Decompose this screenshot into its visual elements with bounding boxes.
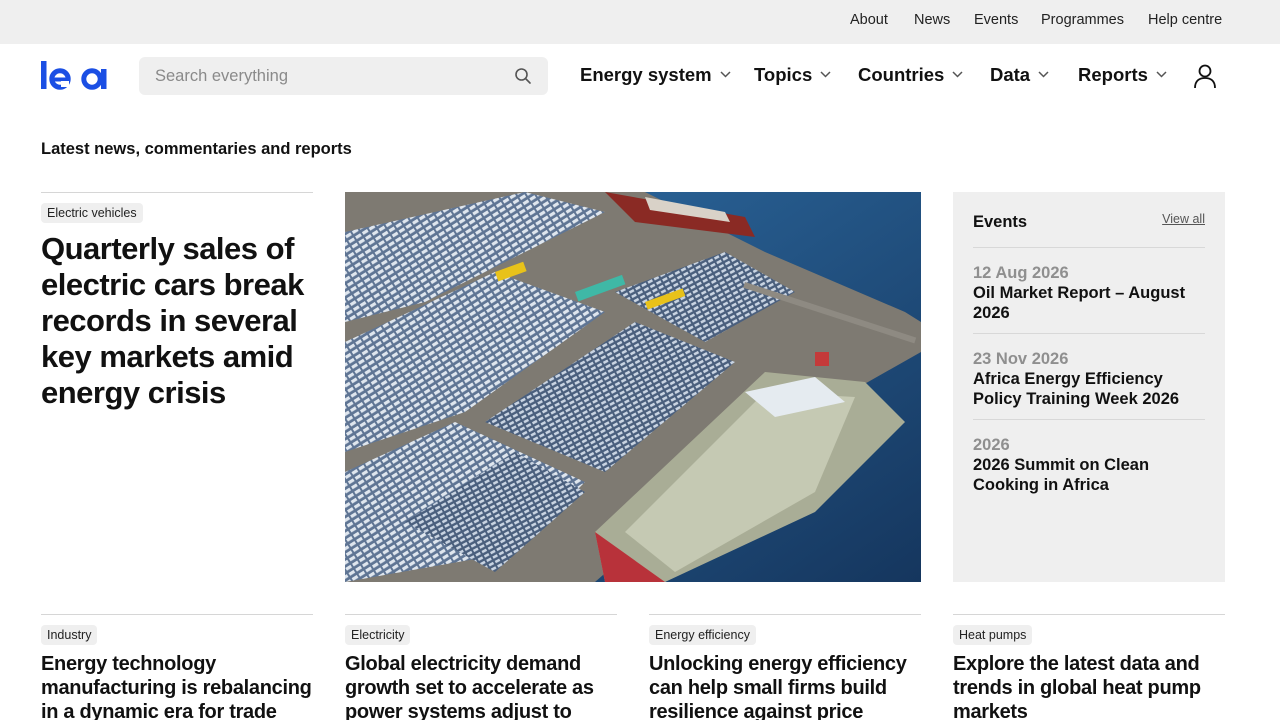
events-header: Events View all (973, 212, 1205, 248)
chevron-down-icon (720, 71, 731, 78)
section-title: Latest news, commentaries and reports (41, 140, 352, 158)
article-tag[interactable]: Industry (41, 625, 98, 645)
event-name[interactable]: 2026 Summit on Clean Cooking in Africa (973, 455, 1205, 495)
search-icon[interactable] (514, 67, 532, 85)
event-date: 2026 (973, 436, 1010, 454)
utility-link-about[interactable]: About (850, 12, 888, 28)
event-date: 12 Aug 2026 (973, 264, 1069, 282)
nav-energy-system-label: Energy system (580, 64, 712, 85)
utility-link-events[interactable]: Events (974, 12, 1018, 28)
event-item[interactable]: 12 Aug 2026 Oil Market Report – August 2… (973, 248, 1205, 334)
nav-reports-label: Reports (1078, 64, 1148, 85)
utility-link-news[interactable]: News (914, 12, 950, 28)
chevron-down-icon (1156, 71, 1167, 78)
events-view-all-link[interactable]: View all (1162, 212, 1205, 226)
user-account-icon[interactable] (1193, 63, 1217, 89)
nav-countries-label: Countries (858, 64, 945, 85)
event-item[interactable]: 2026 2026 Summit on Clean Cooking in Afr… (973, 420, 1205, 505)
iea-logo[interactable] (41, 61, 111, 91)
events-title: Events (973, 213, 1028, 231)
utility-link-programmes[interactable]: Programmes (1041, 12, 1124, 28)
nav-topics-label: Topics (754, 64, 813, 85)
event-item[interactable]: 23 Nov 2026 Africa Energy Efficiency Pol… (973, 334, 1205, 420)
iea-logo-mark (41, 61, 107, 90)
event-name[interactable]: Oil Market Report – August 2026 (973, 283, 1205, 323)
article-tag[interactable]: Energy efficiency (649, 625, 756, 645)
utility-link-help-centre[interactable]: Help centre (1148, 12, 1222, 28)
nav-data[interactable]: Data (990, 64, 1049, 88)
nav-data-label: Data (990, 64, 1031, 85)
article-title[interactable]: Explore the latest data and trends in gl… (953, 652, 1225, 720)
article-card[interactable]: Electricity Global electricity demand gr… (345, 614, 617, 720)
article-tag[interactable]: Electricity (345, 625, 411, 645)
article-card[interactable]: Energy efficiency Unlocking energy effic… (649, 614, 921, 720)
utility-bar: About News Events Programmes Help centre (0, 0, 1280, 44)
featured-title[interactable]: Quarterly sales of electric cars break r… (41, 231, 313, 411)
nav-energy-system[interactable]: Energy system (580, 64, 731, 88)
search-box (139, 57, 548, 95)
search-input[interactable] (139, 57, 499, 95)
chevron-down-icon (1038, 71, 1049, 78)
featured-article[interactable]: Electric vehicles Quarterly sales of ele… (41, 192, 313, 411)
events-panel: Events View all 12 Aug 2026 Oil Market R… (953, 192, 1225, 582)
article-card[interactable]: Heat pumps Explore the latest data and t… (953, 614, 1225, 720)
article-card[interactable]: Industry Energy technology manufacturing… (41, 614, 313, 720)
event-date: 23 Nov 2026 (973, 350, 1069, 368)
hero-image-port-cars[interactable] (345, 192, 921, 582)
nav-countries[interactable]: Countries (858, 64, 963, 88)
nav-reports[interactable]: Reports (1078, 64, 1167, 88)
nav-topics[interactable]: Topics (754, 64, 831, 88)
hero-image-graphic (345, 192, 921, 582)
article-title[interactable]: Energy technology manufacturing is rebal… (41, 652, 313, 720)
chevron-down-icon (952, 71, 963, 78)
event-name[interactable]: Africa Energy Efficiency Policy Training… (973, 369, 1205, 409)
chevron-down-icon (820, 71, 831, 78)
article-title[interactable]: Global electricity demand growth set to … (345, 652, 617, 720)
featured-tag[interactable]: Electric vehicles (41, 203, 143, 223)
article-title[interactable]: Unlocking energy efficiency can help sma… (649, 652, 921, 720)
article-tag[interactable]: Heat pumps (953, 625, 1033, 645)
